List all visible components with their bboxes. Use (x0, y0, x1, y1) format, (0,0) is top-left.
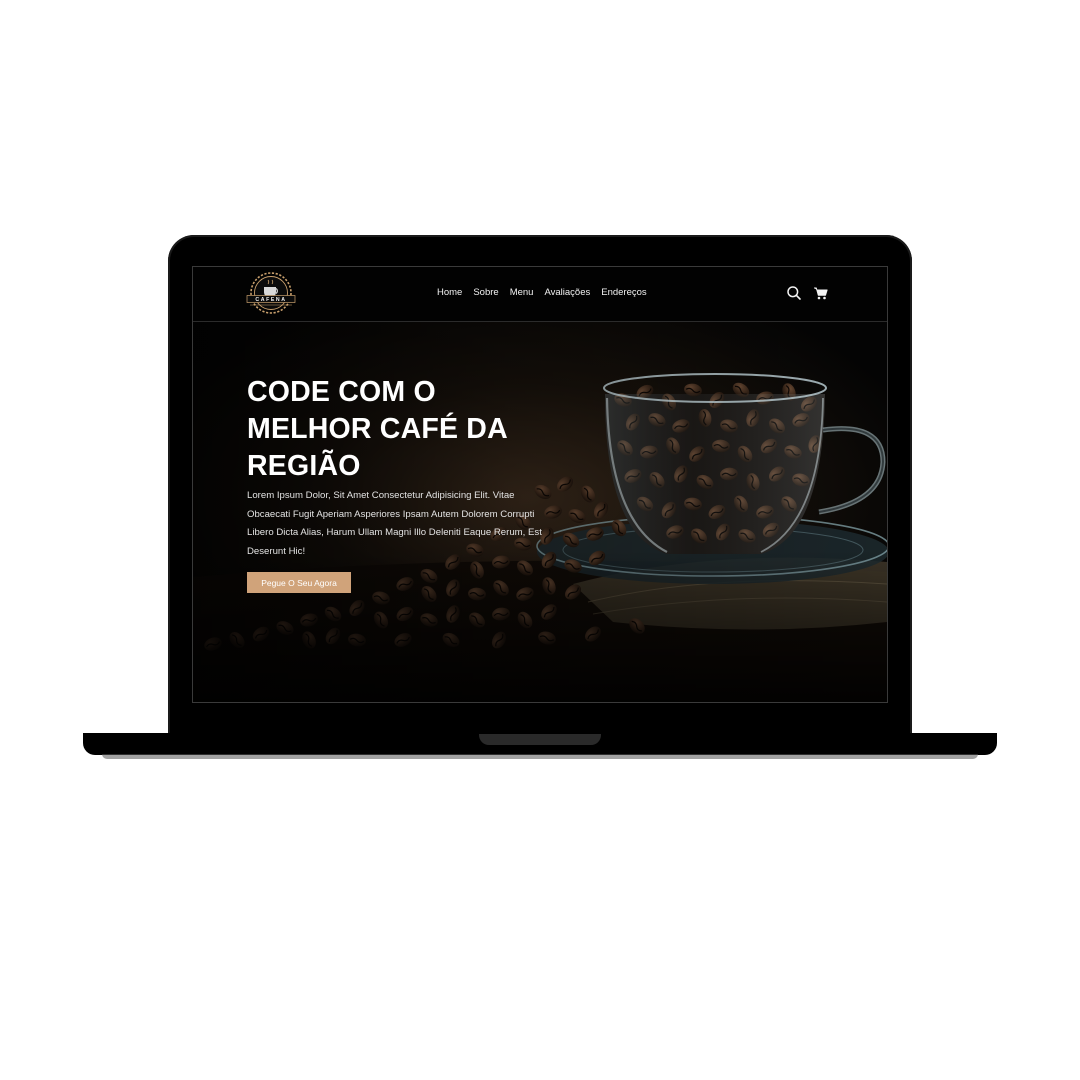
hero-section: CODE COM O MELHOR CAFÉ DA REGIÃO Lorem I… (193, 322, 887, 702)
nav-link-sobre[interactable]: Sobre (473, 287, 498, 298)
navbar: CAFENA Home Sobre Menu Avaliações Endere… (193, 267, 887, 322)
hero-description: Lorem Ipsum Dolor, Sit Amet Consectetur … (247, 490, 542, 557)
nav-link-home[interactable]: Home (437, 287, 462, 298)
nav-link-enderecos[interactable]: Endereços (601, 287, 646, 298)
nav-link-menu[interactable]: Menu (510, 287, 534, 298)
main-nav: Home Sobre Menu Avaliações Endereços (437, 287, 647, 298)
laptop-screen: CAFENA Home Sobre Menu Avaliações Endere… (193, 267, 887, 702)
nav-link-avaliacoes[interactable]: Avaliações (544, 287, 590, 298)
hero-title: CODE COM O MELHOR CAFÉ DA REGIÃO (247, 376, 507, 482)
cta-button[interactable]: Pegue O Seu Agora (247, 572, 351, 593)
cafena-logo[interactable]: CAFENA (245, 271, 297, 315)
cart-icon[interactable] (813, 285, 829, 301)
laptop-base-shadow (102, 754, 978, 759)
svg-text:CAFENA: CAFENA (255, 297, 286, 303)
search-icon[interactable] (786, 285, 802, 301)
laptop-notch (479, 734, 601, 745)
